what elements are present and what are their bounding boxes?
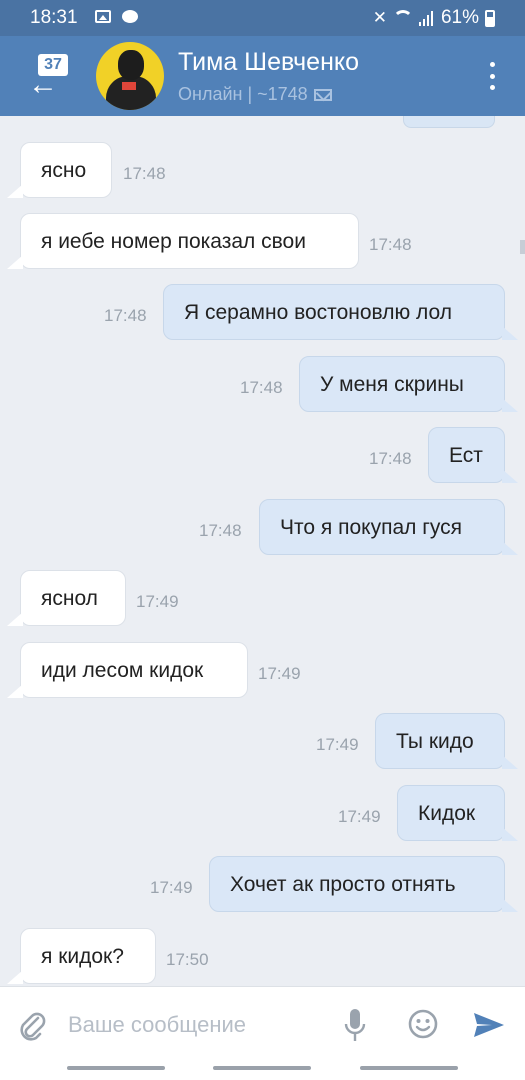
battery-percent: 61% [440, 7, 479, 28]
message-time: 17:48 [369, 449, 412, 468]
message-outgoing: 17:49 Хочет ак просто отнять [0, 856, 525, 912]
back-button[interactable]: ← 37 [22, 54, 74, 104]
message-bubble[interactable]: ясно [7, 142, 112, 198]
message-time: 17:49 [150, 878, 193, 897]
nav-back-button[interactable] [360, 1066, 458, 1070]
attach-icon[interactable] [18, 1009, 46, 1041]
message-bubble[interactable]: Кидок [397, 785, 518, 841]
unread-badge: 37 [38, 54, 68, 76]
avatar[interactable] [96, 42, 164, 110]
message-time: 17:49 [316, 735, 359, 754]
send-icon[interactable] [472, 1011, 506, 1039]
avatar-head [118, 50, 144, 80]
message-composer [0, 986, 525, 1063]
nav-home-button[interactable] [213, 1066, 311, 1070]
chat-notification-icon [122, 10, 138, 23]
message-incoming: иди лесом кидок 17:49 [0, 642, 525, 698]
message-bubble[interactable]: Что я покупал гуся [259, 499, 518, 555]
message-outgoing: 17:48 Я серамно востоновлю лол [0, 284, 525, 340]
microphone-icon[interactable] [344, 1007, 366, 1043]
status-time: 18:31 [30, 7, 78, 28]
message-outgoing: 17:49 Кидок [0, 785, 525, 841]
message-time: 17:48 [104, 306, 147, 325]
message-time: 17:48 [240, 378, 283, 397]
message-bubble[interactable]: Хочет ак просто отнять [209, 856, 518, 912]
message-incoming: яснол 17:49 [0, 570, 525, 626]
message-time: 17:50 [166, 950, 209, 969]
message-outgoing: 17:48 У меня скрины [0, 356, 525, 412]
message-bubble[interactable]: Ты кидо [375, 713, 518, 769]
gallery-notification-icon [95, 10, 111, 23]
message-bubble[interactable]: я кидок? [7, 928, 156, 984]
mute-icon: ✕ [372, 8, 387, 27]
wifi-icon [392, 10, 413, 26]
message-outgoing: 17:49 Ты кидо [0, 713, 525, 769]
message-bubble[interactable]: яснол [7, 570, 126, 626]
contact-name[interactable]: Тима Шевченко [178, 48, 359, 77]
message-time: 17:48 [369, 235, 412, 254]
signal-icon [418, 10, 435, 26]
message-bubble[interactable]: иди лесом кидок [7, 642, 248, 698]
message-incoming: ясно 17:48 [0, 142, 525, 198]
message-bubble[interactable]: Я серамно востоновлю лол [163, 284, 518, 340]
message-list[interactable]: ясно 17:48 я иебе номер показал свои 17:… [0, 116, 525, 986]
message-time: 17:49 [136, 592, 179, 611]
message-bubble[interactable]: У меня скрины [299, 356, 518, 412]
message-outgoing: 17:48 Ест [0, 427, 525, 483]
message-time: 17:49 [258, 664, 301, 683]
contact-status-text: Онлайн | ~1748 [178, 84, 308, 104]
emoji-icon[interactable] [408, 1009, 438, 1039]
message-time: 17:49 [338, 807, 381, 826]
battery-icon [485, 9, 495, 27]
mail-icon [313, 88, 332, 101]
message-bubble[interactable]: Ест [428, 427, 518, 483]
message-incoming: я иебе номер показал свои 17:48 [0, 213, 525, 269]
contact-status: Онлайн | ~1748 [178, 84, 332, 105]
previous-message-bubble [403, 116, 495, 128]
status-bar: 18:31 ✕ 61% [0, 0, 525, 36]
message-input[interactable] [68, 1007, 318, 1043]
message-incoming: я кидок? 17:50 [0, 928, 525, 984]
system-nav-bar [0, 1062, 525, 1080]
message-time: 17:48 [123, 164, 166, 183]
message-bubble[interactable]: я иебе номер показал свои [7, 213, 359, 269]
message-time: 17:48 [199, 521, 242, 540]
avatar-logo [122, 82, 136, 90]
message-outgoing: 17:48 Что я покупал гуся [0, 499, 525, 555]
chat-header: ← 37 Тима Шевченко Онлайн | ~1748 [0, 36, 525, 116]
status-indicators: ✕ 61% [373, 7, 495, 29]
more-vertical-icon[interactable] [487, 62, 497, 90]
nav-recent-button[interactable] [67, 1066, 165, 1070]
